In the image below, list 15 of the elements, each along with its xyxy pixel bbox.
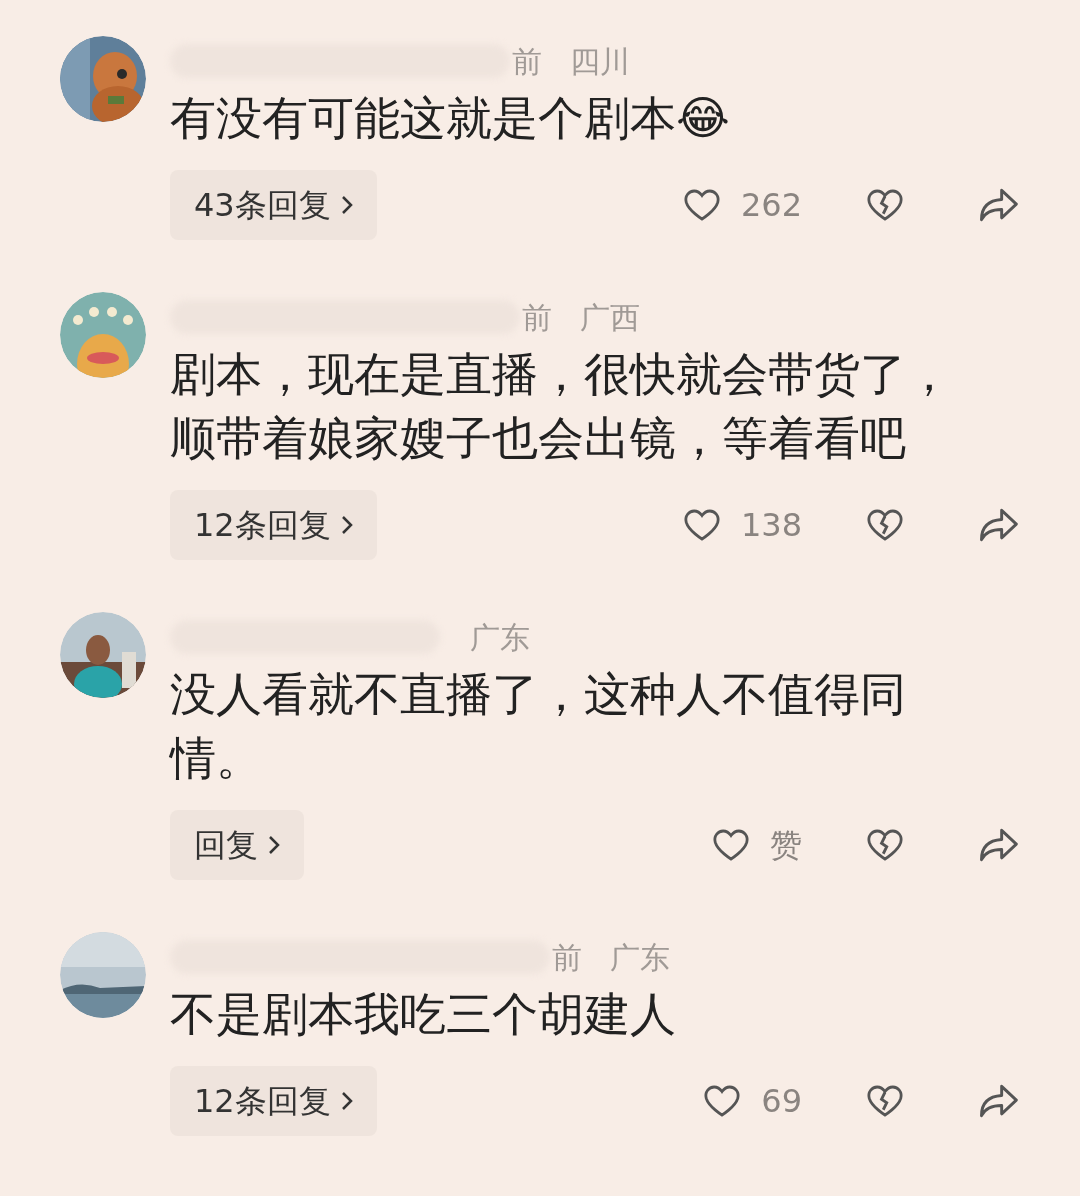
view-replies-button[interactable]: 回复	[170, 810, 304, 880]
timestamp: 前	[552, 938, 582, 977]
comment-text: 没人看就不直播了，这种人不值得同情。	[170, 666, 907, 787]
location-label: 广东	[610, 938, 670, 977]
comment-text: 不是剧本我吃三个胡建人	[170, 986, 677, 1043]
view-replies-button[interactable]: 12条回复	[170, 490, 377, 560]
view-replies-button[interactable]: 43条回复	[170, 170, 377, 240]
view-replies-button[interactable]: 12条回复	[170, 1066, 377, 1136]
location-label: 广西	[580, 298, 640, 337]
location-label: 四川	[570, 42, 630, 81]
timestamp: 前	[512, 42, 542, 81]
timestamp: 前	[522, 298, 552, 337]
comment-text: 剧本，现在是直播，很快就会带货了，顺带着娘家嫂子也会出镜，等着看吧	[170, 346, 953, 467]
comment-text: 有没有可能这就是个剧本😂	[170, 90, 731, 147]
location-label: 广东	[470, 618, 530, 657]
